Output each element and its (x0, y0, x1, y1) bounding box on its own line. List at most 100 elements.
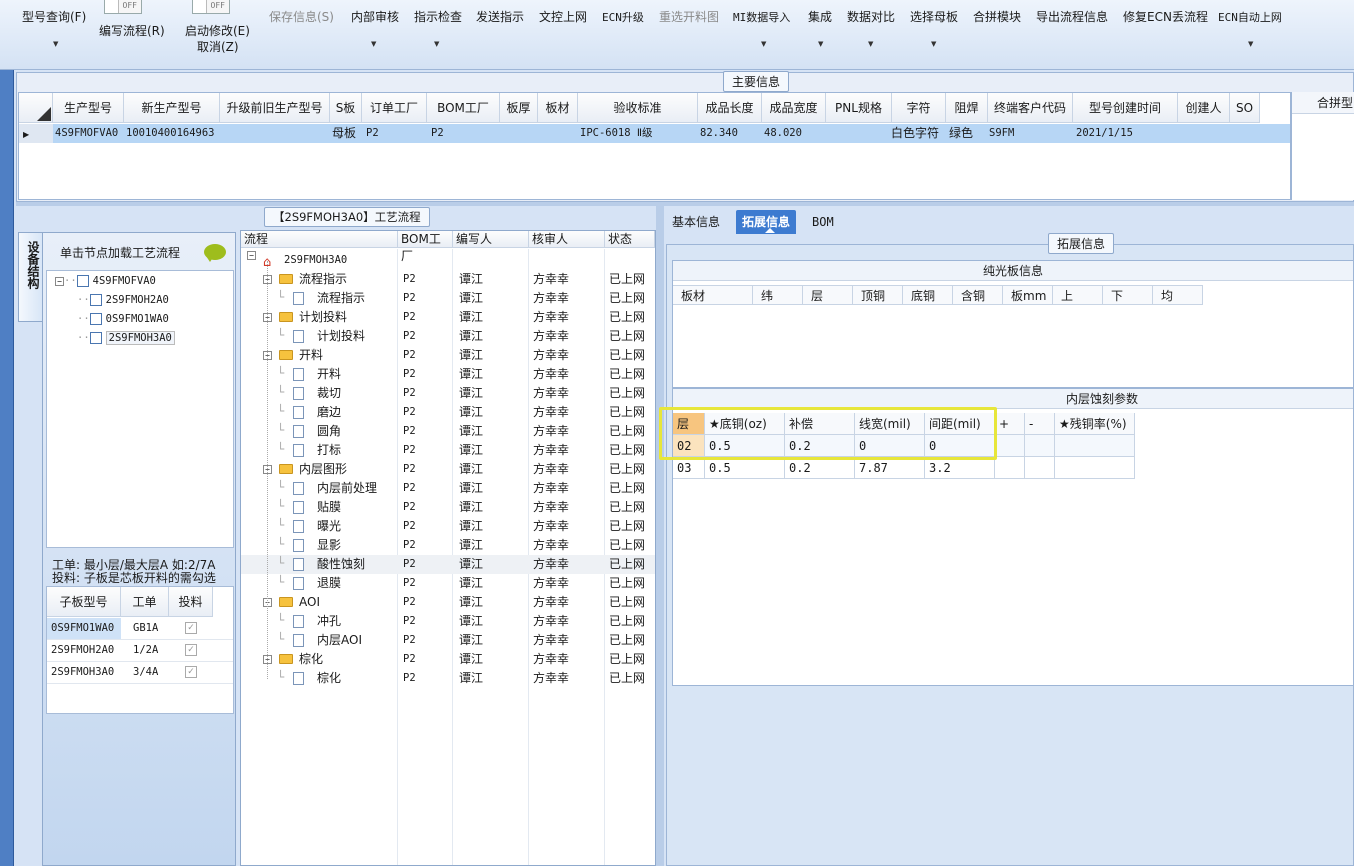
col-header[interactable]: SO (1230, 93, 1260, 123)
cell[interactable] (1025, 435, 1055, 457)
chevron-down-icon[interactable]: ▼ (818, 40, 823, 48)
cell[interactable]: S9FM (989, 124, 1014, 143)
device-structure-tab[interactable]: 设备结构 (18, 232, 42, 322)
cell[interactable]: P2 (366, 124, 379, 143)
col-header[interactable]: 成品长度 (698, 93, 762, 123)
tree-node[interactable]: − ·· 4S9FMOFVA0 (55, 273, 156, 289)
feed-checkbox[interactable]: ✓ (185, 666, 197, 678)
cell[interactable]: 0S9FMO1WA0 (47, 618, 121, 639)
cell[interactable]: 白色字符 (891, 124, 939, 143)
mi-data-import-button[interactable]: MI数据导入 (733, 9, 790, 25)
chevron-down-icon[interactable]: ▼ (1248, 40, 1253, 48)
select-mother-board-button[interactable]: 选择母板 (910, 8, 958, 25)
chevron-down-icon[interactable]: ▼ (53, 40, 58, 48)
chevron-down-icon[interactable]: ▼ (931, 40, 936, 48)
col-header[interactable]: 含铜 (953, 285, 1003, 305)
flow-row[interactable]: └ 棕化 P2 谭江 方幸幸 已上网 (241, 669, 655, 688)
cell[interactable]: 2S9FMOH2A0 (51, 640, 114, 661)
flow-row[interactable]: └ 曝光 P2 谭江 方幸幸 已上网 (241, 517, 655, 536)
col-header[interactable]: - (1025, 413, 1055, 435)
integrate-button[interactable]: 集成 (808, 8, 832, 25)
col-header[interactable]: 板厚 (500, 93, 538, 123)
cell[interactable]: 3/4A (133, 662, 158, 683)
cell[interactable]: 绿色 (949, 124, 973, 143)
merge-header[interactable]: 合拼型 (1292, 92, 1354, 114)
col-header[interactable]: BOM工厂 (398, 231, 453, 263)
flow-row[interactable]: − AOI P2 谭江 方幸幸 已上网 (241, 593, 655, 612)
col-header[interactable]: 新生产型号 (124, 93, 220, 123)
grid-corner[interactable] (19, 93, 53, 123)
ecn-auto-online-button[interactable]: ECN自动上网 (1218, 9, 1282, 25)
col-header[interactable]: 纬 (753, 285, 803, 305)
cell[interactable]: 4S9FMOFVA0 (55, 124, 118, 143)
flow-row[interactable]: └ 贴膜 P2 谭江 方幸幸 已上网 (241, 498, 655, 517)
flow-row[interactable]: └ 冲孔 P2 谭江 方幸幸 已上网 (241, 612, 655, 631)
col-header[interactable]: 板材 (538, 93, 578, 123)
flow-row[interactable]: └ 显影 P2 谭江 方幸幸 已上网 (241, 536, 655, 555)
col-header[interactable]: 子板型号 (47, 587, 121, 617)
tree-node[interactable]: ·· 0S9FMO1WA0 (77, 311, 169, 327)
flow-row[interactable]: └ 开料 P2 谭江 方幸幸 已上网 (241, 365, 655, 384)
export-flow-button[interactable]: 导出流程信息 (1036, 8, 1108, 25)
flow-row[interactable]: └ 磨边 P2 谭江 方幸幸 已上网 (241, 403, 655, 422)
col-header[interactable]: 订单工厂 (362, 93, 427, 123)
toggle-switch-2[interactable]: OFF (192, 0, 230, 14)
col-header[interactable]: 字符 (892, 93, 946, 123)
check-instruction-button[interactable]: 指示检查 (414, 8, 462, 25)
cell[interactable] (1055, 435, 1135, 457)
flow-row[interactable]: └ 打标 P2 谭江 方幸幸 已上网 (241, 441, 655, 460)
ecn-upgrade-button[interactable]: ECN升级 (602, 9, 644, 25)
cell[interactable] (1055, 457, 1135, 479)
flow-row[interactable]: − 内层图形 P2 谭江 方幸幸 已上网 (241, 460, 655, 479)
cell[interactable]: 82.340 (700, 124, 738, 143)
model-query-button[interactable]: 型号查询(F) (22, 8, 86, 25)
write-flow-button[interactable]: 编写流程(R) (99, 22, 165, 39)
vertical-splitter[interactable] (656, 206, 664, 866)
cell[interactable]: 10010400164963 (126, 124, 215, 143)
flow-row[interactable]: − 计划投料 P2 谭江 方幸幸 已上网 (241, 308, 655, 327)
cell[interactable]: 0.5 (705, 457, 785, 479)
col-header[interactable]: 型号创建时间 (1073, 93, 1178, 123)
flow-row[interactable]: └ 内层AOI P2 谭江 方幸幸 已上网 (241, 631, 655, 650)
table-row[interactable]: 2S9FMOH2A0 1/2A ✓ (47, 640, 233, 662)
col-header[interactable]: 终端客户代码 (988, 93, 1073, 123)
col-header[interactable]: 均 (1153, 285, 1203, 305)
col-header[interactable]: 上 (1053, 285, 1103, 305)
flow-row[interactable]: − 棕化 P2 谭江 方幸幸 已上网 (241, 650, 655, 669)
col-header[interactable]: + (995, 413, 1025, 435)
doc-control-online-button[interactable]: 文控上网 (539, 8, 587, 25)
flow-row[interactable]: └ 流程指示 P2 谭江 方幸幸 已上网 (241, 289, 655, 308)
cell[interactable]: P2 (431, 124, 444, 143)
cell[interactable]: 1/2A (133, 640, 158, 661)
table-row[interactable]: 2S9FMOH3A0 3/4A ✓ (47, 662, 233, 684)
chevron-down-icon[interactable]: ▼ (434, 40, 439, 48)
col-header[interactable]: 投料 (169, 587, 213, 617)
cell[interactable]: 48.020 (764, 124, 802, 143)
cell[interactable]: 2021/1/15 (1076, 124, 1133, 143)
flow-row[interactable]: └ 酸性蚀刻 P2 谭江 方幸幸 已上网 (241, 555, 655, 574)
toggle-switch-1[interactable]: OFF (104, 0, 142, 14)
tree-node[interactable]: ·· 2S9FMOH2A0 (77, 292, 169, 308)
col-header[interactable]: PNL规格 (826, 93, 892, 123)
flow-row[interactable]: └ 退膜 P2 谭江 方幸幸 已上网 (241, 574, 655, 593)
table-row[interactable]: 0S9FMO1WA0 GB1A ✓ (47, 618, 233, 640)
tree-node-selected[interactable]: ·· 2S9FMOH3A0 (77, 330, 175, 346)
feed-checkbox[interactable]: ✓ (185, 644, 197, 656)
flow-row[interactable]: − 开料 P2 谭江 方幸幸 已上网 (241, 346, 655, 365)
col-header[interactable]: 板mm (1003, 285, 1053, 305)
send-instruction-button[interactable]: 发送指示 (476, 8, 524, 25)
col-header[interactable]: 板材 (673, 285, 753, 305)
col-header[interactable]: 工单 (121, 587, 169, 617)
tab-basic-info[interactable]: 基本信息 (666, 210, 726, 234)
col-header[interactable]: 流程 (241, 231, 398, 248)
col-header[interactable]: 生产型号 (53, 93, 124, 123)
col-header[interactable]: S板 (330, 93, 362, 123)
flow-row[interactable]: └ 圆角 P2 谭江 方幸幸 已上网 (241, 422, 655, 441)
cell[interactable]: IPC-6018 Ⅱ级 (580, 124, 653, 143)
internal-review-button[interactable]: 内部审核 (351, 8, 399, 25)
cell[interactable] (995, 435, 1025, 457)
col-header[interactable]: 核审人 (529, 231, 605, 248)
col-header[interactable]: 成品宽度 (762, 93, 826, 123)
start-modify-button[interactable]: 启动修改(E) (185, 22, 250, 39)
reselect-cutting-button[interactable]: 重选开料图 (659, 8, 719, 25)
